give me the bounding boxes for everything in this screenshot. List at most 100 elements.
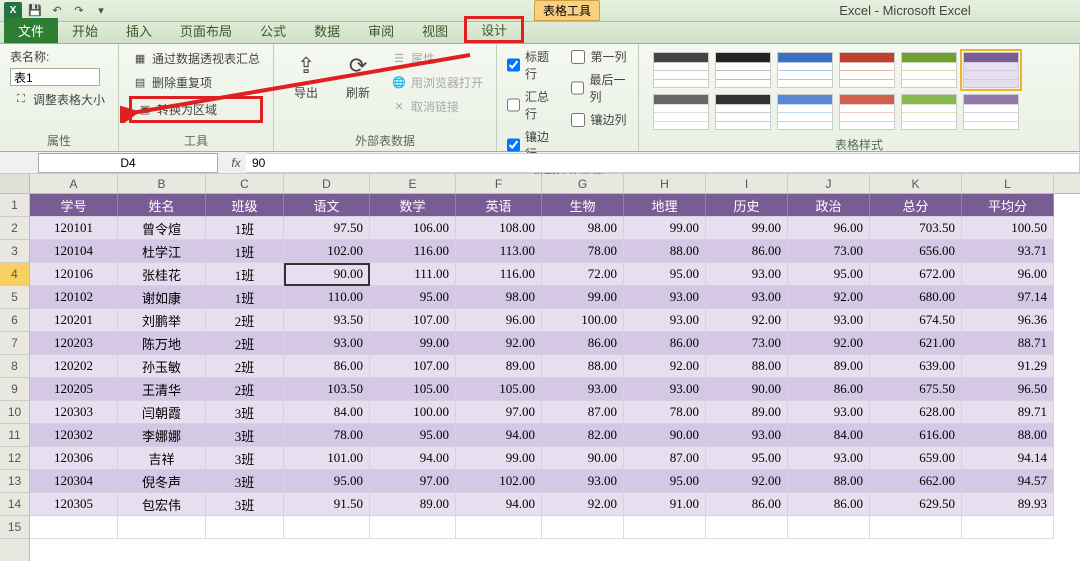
- cell[interactable]: [788, 516, 870, 539]
- cell[interactable]: 孙玉敏: [118, 355, 206, 378]
- col-header-A[interactable]: A: [30, 174, 118, 193]
- cell[interactable]: 90.00: [624, 424, 706, 447]
- cell[interactable]: 谢如康: [118, 286, 206, 309]
- cell[interactable]: 张桂花: [118, 263, 206, 286]
- cell[interactable]: 629.50: [870, 493, 962, 516]
- cell[interactable]: 91.50: [284, 493, 370, 516]
- cell[interactable]: 120304: [30, 470, 118, 493]
- cell[interactable]: 94.14: [962, 447, 1054, 470]
- cell[interactable]: [118, 516, 206, 539]
- cell[interactable]: 100.00: [370, 401, 456, 424]
- cell[interactable]: 92.00: [706, 470, 788, 493]
- cell[interactable]: 102.00: [456, 470, 542, 493]
- cell[interactable]: 1班: [206, 286, 284, 309]
- cell[interactable]: 95.00: [706, 447, 788, 470]
- cell[interactable]: 93.00: [706, 263, 788, 286]
- summarize-pivot-button[interactable]: ▦通过数据透视表汇总: [129, 48, 263, 69]
- refresh-button[interactable]: ⟳刷新: [336, 48, 380, 103]
- col-header-C[interactable]: C: [206, 174, 284, 193]
- cell[interactable]: [624, 516, 706, 539]
- cell[interactable]: 89.71: [962, 401, 1054, 424]
- style-thumb[interactable]: [715, 52, 771, 88]
- cell[interactable]: 120101: [30, 217, 118, 240]
- cell[interactable]: 97.14: [962, 286, 1054, 309]
- cell[interactable]: 120104: [30, 240, 118, 263]
- cell[interactable]: 88.00: [788, 470, 870, 493]
- resize-table-button[interactable]: ⛶ 调整表格大小: [10, 89, 108, 110]
- cell[interactable]: 674.50: [870, 309, 962, 332]
- cell[interactable]: 120202: [30, 355, 118, 378]
- cell[interactable]: 95.00: [284, 470, 370, 493]
- cell[interactable]: 86.00: [788, 493, 870, 516]
- cell[interactable]: 1班: [206, 240, 284, 263]
- cell[interactable]: 116.00: [456, 263, 542, 286]
- tab-design[interactable]: 设计: [464, 16, 524, 43]
- style-thumb[interactable]: [715, 94, 771, 130]
- name-box[interactable]: D4: [38, 153, 218, 173]
- cell[interactable]: 93.00: [284, 332, 370, 355]
- cell[interactable]: 93.00: [542, 470, 624, 493]
- cell[interactable]: 3班: [206, 447, 284, 470]
- cell[interactable]: 刘鹏举: [118, 309, 206, 332]
- cell[interactable]: 90.00: [284, 263, 370, 286]
- cell[interactable]: [370, 516, 456, 539]
- cell[interactable]: 105.00: [370, 378, 456, 401]
- cell[interactable]: [206, 516, 284, 539]
- cell[interactable]: 李娜娜: [118, 424, 206, 447]
- cell[interactable]: 89.93: [962, 493, 1054, 516]
- cell[interactable]: [542, 516, 624, 539]
- row-header[interactable]: 12: [0, 447, 29, 470]
- cell[interactable]: 曾令煊: [118, 217, 206, 240]
- cell[interactable]: 616.00: [870, 424, 962, 447]
- cell[interactable]: 110.00: [284, 286, 370, 309]
- table-header-cell[interactable]: 历史: [706, 194, 788, 217]
- cell[interactable]: 639.00: [870, 355, 962, 378]
- cell[interactable]: 93.00: [542, 378, 624, 401]
- cell[interactable]: 105.00: [456, 378, 542, 401]
- col-header-E[interactable]: E: [370, 174, 456, 193]
- cell[interactable]: 78.00: [624, 401, 706, 424]
- cell[interactable]: 82.00: [542, 424, 624, 447]
- cell[interactable]: 120201: [30, 309, 118, 332]
- row-header[interactable]: 15: [0, 516, 29, 539]
- col-header-F[interactable]: F: [456, 174, 542, 193]
- cell[interactable]: 93.00: [706, 424, 788, 447]
- cell[interactable]: 73.00: [788, 240, 870, 263]
- cell[interactable]: 86.00: [624, 332, 706, 355]
- row-header[interactable]: 5: [0, 286, 29, 309]
- tab-insert[interactable]: 插入: [112, 18, 166, 43]
- cell[interactable]: 97.00: [456, 401, 542, 424]
- cell[interactable]: 90.00: [706, 378, 788, 401]
- convert-to-range-button[interactable]: ▣转换为区域: [134, 99, 258, 120]
- style-thumb[interactable]: [963, 94, 1019, 130]
- cell[interactable]: 99.00: [370, 332, 456, 355]
- cell[interactable]: 闫朝霞: [118, 401, 206, 424]
- cell[interactable]: 88.00: [962, 424, 1054, 447]
- col-header-G[interactable]: G: [542, 174, 624, 193]
- cell[interactable]: 93.50: [284, 309, 370, 332]
- tab-view[interactable]: 视图: [408, 18, 462, 43]
- tab-review[interactable]: 审阅: [354, 18, 408, 43]
- cell[interactable]: 93.00: [706, 286, 788, 309]
- col-header-L[interactable]: L: [962, 174, 1054, 193]
- cell[interactable]: 87.00: [624, 447, 706, 470]
- row-header[interactable]: 7: [0, 332, 29, 355]
- cell[interactable]: 93.00: [788, 309, 870, 332]
- cell[interactable]: 3班: [206, 401, 284, 424]
- tab-home[interactable]: 开始: [58, 18, 112, 43]
- table-name-input[interactable]: [10, 68, 100, 86]
- cell[interactable]: [870, 516, 962, 539]
- cell[interactable]: 89.00: [706, 401, 788, 424]
- col-header-D[interactable]: D: [284, 174, 370, 193]
- tab-page-layout[interactable]: 页面布局: [166, 18, 246, 43]
- style-thumb[interactable]: [653, 52, 709, 88]
- style-thumb[interactable]: [777, 52, 833, 88]
- style-thumb[interactable]: [901, 94, 957, 130]
- cell[interactable]: [706, 516, 788, 539]
- col-header-J[interactable]: J: [788, 174, 870, 193]
- cell[interactable]: 113.00: [456, 240, 542, 263]
- cell[interactable]: 120306: [30, 447, 118, 470]
- col-header-I[interactable]: I: [706, 174, 788, 193]
- cell[interactable]: 78.00: [284, 424, 370, 447]
- chk-header-row[interactable]: 标题行: [507, 48, 553, 82]
